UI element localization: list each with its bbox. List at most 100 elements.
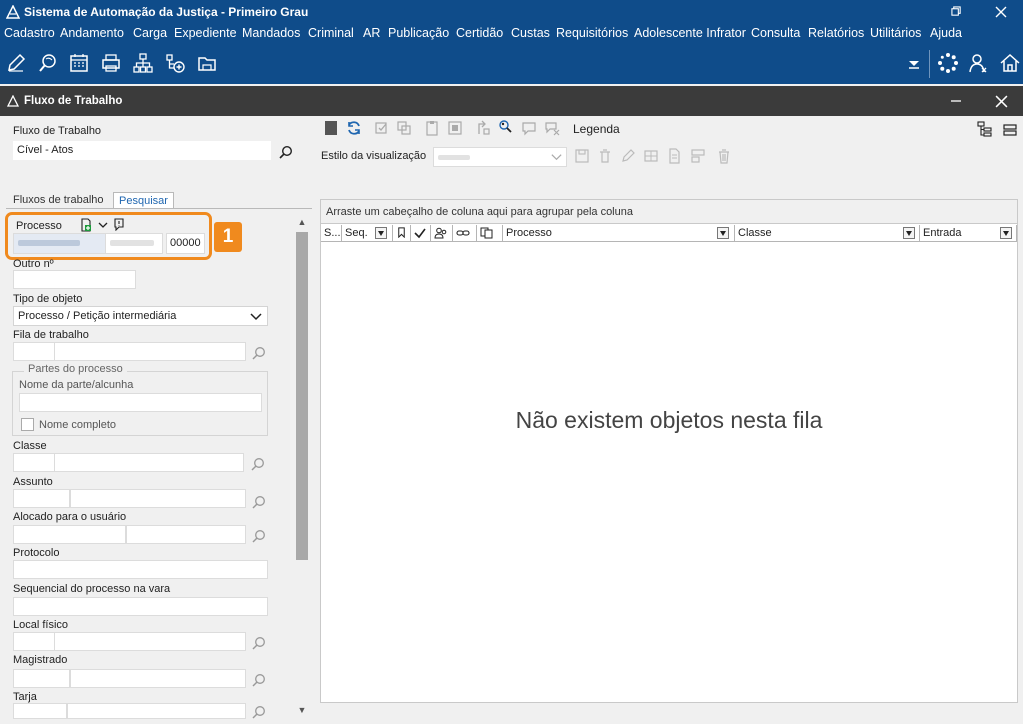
magistrado-code-field[interactable] — [13, 669, 70, 688]
assunto-search-icon[interactable] — [252, 495, 266, 509]
refresh-icon[interactable] — [346, 120, 362, 136]
column-docs[interactable] — [477, 225, 503, 242]
search-document-icon[interactable] — [37, 52, 59, 74]
close-window-button[interactable] — [990, 90, 1012, 112]
menu-carga[interactable]: Carga — [133, 26, 167, 40]
menu-relatorios[interactable]: Relatórios — [808, 26, 864, 40]
magistrado-name-field[interactable] — [70, 669, 246, 688]
nome-parte-field[interactable] — [19, 393, 262, 412]
export-icon[interactable] — [643, 148, 659, 164]
classe-search-icon[interactable] — [251, 457, 265, 471]
delete-view-icon[interactable] — [597, 148, 613, 164]
alocado-code-field[interactable] — [13, 525, 126, 544]
move-icon[interactable] — [475, 120, 491, 136]
home-icon[interactable] — [999, 52, 1021, 74]
outro-field[interactable] — [13, 270, 136, 289]
classe-name-field[interactable] — [54, 453, 244, 472]
save-view-icon[interactable] — [574, 148, 590, 164]
menu-criminal[interactable]: Criminal — [308, 26, 354, 40]
protocolo-field[interactable] — [13, 560, 268, 579]
column-processo-dropdown[interactable] — [717, 227, 729, 239]
menu-consulta[interactable]: Consulta — [751, 26, 800, 40]
column-people[interactable] — [431, 225, 453, 242]
local-code-field[interactable] — [13, 632, 55, 651]
menu-cadastro[interactable]: Cadastro — [4, 26, 55, 40]
tipo-objeto-select[interactable]: Processo / Petição intermediária — [13, 306, 268, 326]
menu-certidao[interactable]: Certidão — [456, 26, 503, 40]
nome-completo-checkbox[interactable] — [21, 418, 34, 431]
scroll-down-icon[interactable]: ▼ — [294, 703, 310, 717]
column-link[interactable] — [453, 225, 477, 242]
magistrado-search-icon[interactable] — [252, 673, 266, 687]
tab-pesquisar[interactable]: Pesquisar — [113, 192, 174, 209]
tab-fluxos[interactable]: Fluxos de trabalho — [8, 192, 109, 209]
calendar-icon[interactable] — [68, 52, 90, 74]
alocado-search-icon[interactable] — [252, 529, 266, 543]
tarja-code-field[interactable] — [13, 703, 67, 719]
menu-requisitorios[interactable]: Requisitórios — [556, 26, 628, 40]
scroll-up-icon[interactable]: ▲ — [294, 215, 310, 229]
column-processo[interactable]: Processo — [503, 225, 735, 242]
fluxo-field[interactable]: Cível - Atos — [13, 141, 271, 160]
edit-icon[interactable] — [5, 52, 27, 74]
column-check[interactable] — [411, 225, 431, 242]
menu-utilitarios[interactable]: Utilitários — [870, 26, 921, 40]
legenda-link[interactable]: Legenda — [573, 122, 620, 136]
pencil-icon[interactable] — [620, 148, 636, 164]
menu-andamento[interactable]: Andamento — [60, 26, 124, 40]
menu-ar[interactable]: AR — [363, 26, 380, 40]
fluxo-search-icon[interactable] — [279, 145, 293, 159]
close-button[interactable] — [978, 0, 1023, 24]
menu-custas[interactable]: Custas — [511, 26, 550, 40]
menu-publicacao[interactable]: Publicação — [388, 26, 449, 40]
users-icon[interactable] — [968, 52, 990, 74]
menu-expediente[interactable]: Expediente — [174, 26, 237, 40]
classe-code-field[interactable] — [13, 453, 55, 472]
list-view-icon[interactable] — [1002, 122, 1018, 138]
dropdown-arrow-icon[interactable] — [903, 52, 925, 74]
search-user-icon[interactable] — [497, 119, 513, 135]
printer-icon[interactable] — [100, 52, 122, 74]
fila-code-field[interactable] — [13, 342, 55, 361]
document-view-icon[interactable] — [666, 148, 682, 164]
scroll-thumb[interactable] — [296, 232, 308, 560]
column-classe-dropdown[interactable] — [903, 227, 915, 239]
add-network-icon[interactable] — [164, 52, 186, 74]
save-icon[interactable] — [323, 120, 339, 136]
column-entrada-dropdown[interactable] — [1000, 227, 1012, 239]
menu-ajuda[interactable]: Ajuda — [930, 26, 962, 40]
comment-icon[interactable] — [521, 120, 537, 136]
column-entrada[interactable]: Entrada — [920, 225, 1017, 242]
tarja-name-field[interactable] — [67, 703, 246, 719]
column-bookmark[interactable] — [393, 225, 411, 242]
assunto-name-field[interactable] — [70, 489, 246, 508]
menu-mandados[interactable]: Mandados — [242, 26, 300, 40]
restore-button[interactable] — [933, 0, 979, 24]
checklist-icon[interactable] — [374, 120, 390, 136]
layout-icon[interactable] — [690, 148, 706, 164]
column-classe[interactable]: Classe — [735, 225, 920, 242]
column-seq-dropdown[interactable] — [375, 227, 387, 239]
clipboard-icon[interactable] — [424, 120, 440, 136]
minimize-window-button[interactable] — [945, 90, 967, 112]
menu-adolescente-infrator[interactable]: Adolescente Infrator — [634, 26, 746, 40]
trash-icon[interactable] — [716, 148, 732, 164]
local-name-field[interactable] — [54, 632, 246, 651]
stamp-icon[interactable] — [447, 120, 463, 136]
fila-name-field[interactable] — [54, 342, 246, 361]
estilo-select[interactable] — [433, 147, 567, 167]
sequencial-field[interactable] — [13, 597, 268, 616]
tarja-search-icon[interactable] — [252, 705, 266, 719]
tree-view-icon[interactable] — [977, 121, 993, 137]
group-by-bar[interactable]: Arraste um cabeçalho de coluna aqui para… — [321, 200, 1017, 224]
column-status[interactable]: S... — [321, 225, 342, 242]
hierarchy-icon[interactable] — [132, 52, 154, 74]
copy-icon[interactable] — [396, 120, 412, 136]
alocado-name-field[interactable] — [126, 525, 246, 544]
local-search-icon[interactable] — [252, 636, 266, 650]
remove-comment-icon[interactable] — [544, 120, 560, 136]
fila-search-icon[interactable] — [252, 346, 266, 360]
folder-icon[interactable] — [196, 52, 218, 74]
column-seq[interactable]: Seq. — [342, 225, 393, 242]
assunto-code-field[interactable] — [13, 489, 70, 508]
